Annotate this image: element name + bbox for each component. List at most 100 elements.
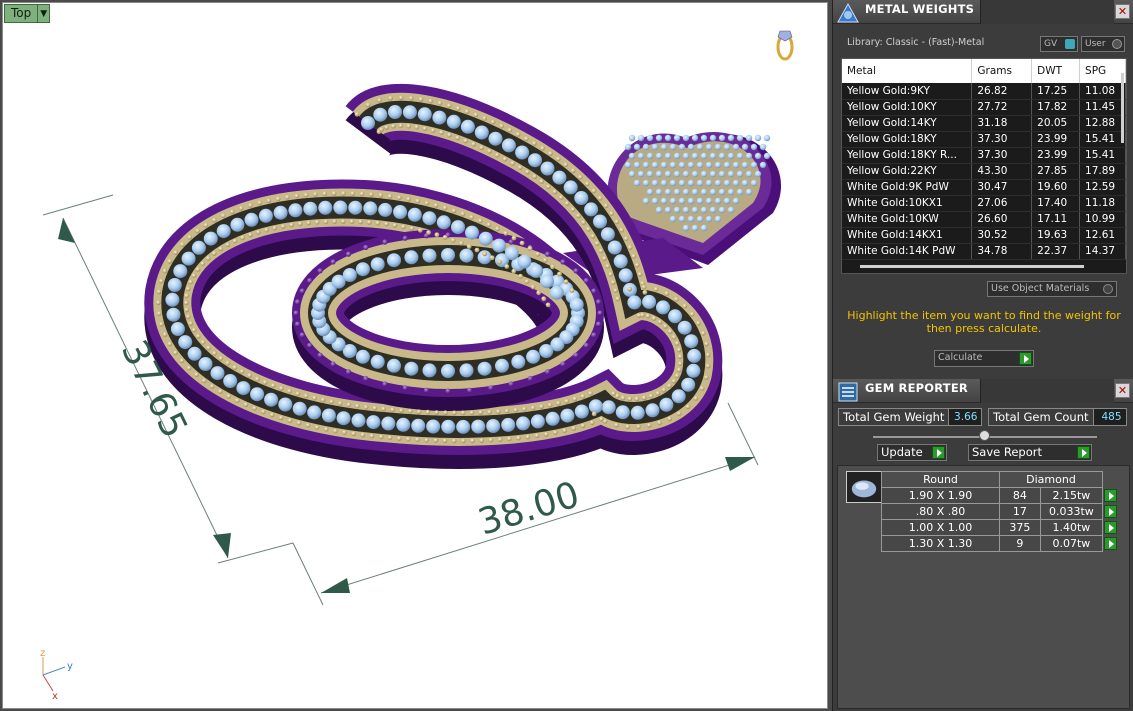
accent-bead bbox=[424, 200, 430, 206]
table-row[interactable]: Yellow Gold:18KY R... 37.30 23.99 15.41 bbox=[842, 147, 1126, 164]
pave-gem bbox=[669, 161, 677, 169]
gem-stone bbox=[684, 334, 699, 349]
gem-stone bbox=[404, 361, 419, 376]
accent-bead bbox=[303, 192, 309, 198]
gem-row[interactable]: 1.00 X 1.00 375 1.40tw bbox=[881, 519, 1119, 536]
pave-gem bbox=[696, 215, 704, 223]
column-header[interactable]: Metal bbox=[842, 59, 973, 83]
accent-bead bbox=[434, 232, 440, 238]
accent-bead bbox=[677, 354, 683, 360]
accent-bead bbox=[388, 95, 393, 101]
gem-stone bbox=[411, 418, 426, 433]
accent-bead bbox=[569, 288, 575, 293]
gv-toggle[interactable]: GV bbox=[1040, 36, 1078, 52]
play-icon bbox=[1019, 352, 1032, 365]
close-icon[interactable]: ✕ bbox=[1115, 4, 1130, 19]
accent-bead bbox=[280, 224, 286, 229]
accent-bead bbox=[351, 431, 356, 437]
gem-stone bbox=[656, 300, 670, 315]
metal-weights-icon bbox=[837, 2, 859, 23]
gem-weight: 2.15tw bbox=[1039, 487, 1104, 504]
table-row[interactable]: Yellow Gold:14KY 31.18 20.05 12.88 bbox=[842, 115, 1126, 132]
table-row[interactable]: White Gold:14K PdW 34.78 22.37 14.37 bbox=[842, 243, 1126, 260]
gem-slider-handle[interactable] bbox=[979, 430, 990, 441]
table-cell: 37.30 bbox=[971, 147, 1033, 164]
accent-bead bbox=[700, 330, 706, 336]
accent-bead bbox=[555, 156, 561, 162]
pave-gem bbox=[741, 161, 749, 169]
pave-gem bbox=[732, 143, 740, 151]
pave-gem bbox=[709, 188, 717, 196]
accent-bead bbox=[552, 189, 558, 195]
accent-bead bbox=[188, 321, 194, 326]
select-gem-button[interactable] bbox=[1103, 488, 1119, 504]
table-row[interactable]: White Gold:9K PdW 30.47 19.60 12.59 bbox=[842, 179, 1126, 196]
chevron-down-icon[interactable]: ▼ bbox=[37, 5, 49, 22]
update-button[interactable]: Update bbox=[877, 444, 947, 461]
accent-bead bbox=[499, 123, 504, 129]
gem-stone bbox=[318, 200, 333, 215]
vertical-scrollbar[interactable] bbox=[1121, 73, 1124, 143]
gem-stone bbox=[540, 274, 554, 289]
pave-gem bbox=[714, 197, 722, 205]
side-gem bbox=[382, 239, 388, 245]
accent-bead bbox=[648, 393, 654, 399]
3d-viewport[interactable]: 37.65 38.00 z y x Top ▼ bbox=[2, 2, 828, 709]
accent-bead bbox=[581, 220, 586, 225]
table-cell: 27.06 bbox=[971, 195, 1033, 212]
table-row[interactable]: Yellow Gold:22KY 43.30 27.85 17.89 bbox=[842, 163, 1126, 180]
accent-bead bbox=[676, 411, 682, 416]
accent-bead bbox=[550, 264, 555, 270]
gem-row[interactable]: .80 X .80 17 0.033tw bbox=[881, 503, 1119, 520]
table-row[interactable]: White Gold:10KW 26.60 17.11 10.99 bbox=[842, 211, 1126, 228]
accent-bead bbox=[570, 168, 576, 174]
accent-bead bbox=[186, 365, 192, 371]
accent-bead bbox=[657, 319, 663, 325]
table-cell: Yellow Gold:9KY bbox=[842, 83, 973, 100]
use-object-materials-toggle[interactable]: Use Object Materials bbox=[987, 281, 1117, 297]
gem-table-header: Round Diamond bbox=[881, 471, 1119, 488]
table-row[interactable]: Yellow Gold:9KY 26.82 17.25 11.08 bbox=[842, 83, 1126, 100]
table-row[interactable]: White Gold:10KX1 27.06 17.40 11.18 bbox=[842, 195, 1126, 212]
pave-gem bbox=[687, 215, 695, 223]
round-gem-icon[interactable] bbox=[846, 471, 882, 503]
accent-bead bbox=[620, 395, 626, 401]
gem-stone bbox=[504, 246, 519, 261]
gem-stone bbox=[601, 400, 616, 415]
gem-stone bbox=[681, 377, 696, 392]
column-header[interactable]: DWT bbox=[1031, 59, 1081, 83]
table-row[interactable]: Yellow Gold:18KY 37.30 23.99 15.41 bbox=[842, 131, 1126, 148]
select-gem-button[interactable] bbox=[1103, 504, 1119, 520]
metal-table-header: Metal Grams DWT SPG bbox=[842, 59, 1126, 83]
user-toggle[interactable]: User bbox=[1081, 36, 1125, 52]
table-row[interactable]: Yellow Gold:10KY 27.72 17.82 11.45 bbox=[842, 99, 1126, 116]
close-icon[interactable]: ✕ bbox=[1115, 383, 1130, 398]
accent-bead bbox=[522, 406, 527, 412]
gem-row[interactable]: 1.90 X 1.90 84 2.15tw bbox=[881, 487, 1119, 504]
pave-gem bbox=[642, 161, 650, 169]
accent-bead bbox=[278, 415, 284, 421]
gem-stone: Diamond bbox=[999, 471, 1103, 488]
column-header[interactable]: SPG bbox=[1079, 59, 1126, 83]
pave-gem bbox=[714, 143, 722, 151]
save-report-button[interactable]: Save Report bbox=[968, 444, 1092, 461]
accent-bead bbox=[275, 196, 281, 202]
view-name-tab[interactable]: Top ▼ bbox=[4, 4, 51, 23]
accent-bead bbox=[511, 235, 517, 241]
ring-icon[interactable] bbox=[776, 30, 794, 61]
pave-gem bbox=[727, 170, 735, 178]
accent-bead bbox=[642, 290, 648, 295]
horizontal-scrollbar[interactable] bbox=[860, 265, 1084, 268]
accent-bead bbox=[158, 278, 164, 284]
gem-row[interactable]: 1.30 X 1.30 9 0.07tw bbox=[881, 535, 1119, 552]
table-row[interactable]: White Gold:14KX1 30.52 19.63 12.61 bbox=[842, 227, 1126, 244]
select-gem-button[interactable] bbox=[1103, 520, 1119, 536]
accent-bead bbox=[418, 97, 424, 102]
accent-bead bbox=[225, 242, 231, 248]
column-header[interactable]: Grams bbox=[971, 59, 1033, 83]
metal-table[interactable]: Metal Grams DWT SPG Yellow Gold:9KY 26.82… bbox=[841, 58, 1127, 274]
calculate-button[interactable]: Calculate bbox=[934, 350, 1034, 367]
select-gem-button[interactable] bbox=[1103, 536, 1119, 552]
accent-bead bbox=[398, 123, 404, 129]
table-cell: 17.40 bbox=[1031, 195, 1081, 212]
